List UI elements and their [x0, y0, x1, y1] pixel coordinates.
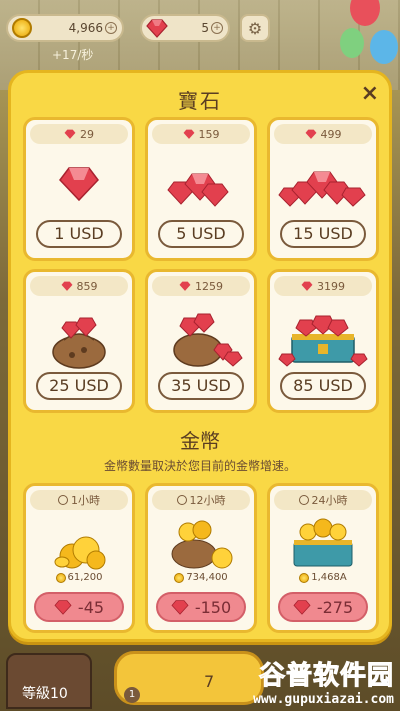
- pack-amount: 1259: [152, 276, 250, 296]
- gem-icon: [171, 600, 189, 615]
- bottom-bar: 等級10 1 7 谷普软件园 www.gupuxiazai.com: [0, 645, 400, 711]
- pack-duration-value: 1小時: [71, 494, 100, 507]
- notification-badge: 1: [124, 687, 140, 703]
- gear-icon: ⚙: [247, 18, 263, 38]
- pack-amount: 859: [30, 276, 128, 296]
- pack-amount-value: 1259: [195, 279, 223, 293]
- coin-reward-value: 734,400: [186, 572, 228, 583]
- coin-icon: [55, 572, 66, 583]
- gem-pack-card[interactable]: 1259 35 USD: [145, 269, 257, 413]
- gem-pack-card[interactable]: 159 5 USD: [145, 117, 257, 261]
- gem-icon: [183, 129, 194, 139]
- watermark-name: 谷普软件园: [258, 661, 394, 692]
- coin-pile-small-icon: [26, 512, 132, 570]
- gem-icon: [146, 19, 168, 38]
- gold-pack-card[interactable]: 24小時 1,468A -275: [267, 483, 379, 633]
- gem-chest-icon: [270, 300, 376, 370]
- gem-shop-modal: 寶石 × 29 1 USD 159 5 USD 499 15 USD 859 2…: [8, 70, 392, 642]
- gem-cost: -150: [194, 597, 232, 617]
- gem-icon: [54, 600, 72, 615]
- pack-amount-value: 29: [80, 127, 94, 141]
- timer-icon: [176, 495, 187, 505]
- coin-reward-value: 61,200: [67, 572, 103, 583]
- timer-icon: [298, 495, 309, 505]
- gem-pile-small-icon: [148, 148, 254, 218]
- gem-pack-card[interactable]: 29 1 USD: [23, 117, 135, 261]
- pack-duration-value: 24小時: [311, 494, 348, 507]
- pack-duration: 1小時: [30, 490, 128, 510]
- gem-icon: [64, 129, 76, 139]
- pack-duration: 24小時: [274, 490, 372, 510]
- coin-bag-icon: [148, 512, 254, 570]
- gold-section-description: 金幣數量取決於您目前的金幣增速。: [103, 459, 296, 473]
- pack-amount: 159: [152, 124, 250, 144]
- gem-bag-overflow-icon: [148, 300, 254, 370]
- gem-pack-card[interactable]: 859 25 USD: [23, 269, 135, 413]
- buy-with-gems-button[interactable]: -45: [34, 592, 124, 622]
- add-gems-icon[interactable]: +: [211, 22, 223, 34]
- top-hud: 4,966 + 5 + ⚙: [6, 14, 394, 44]
- pack-amount-value: 859: [76, 279, 98, 293]
- gem-icon: [179, 281, 191, 291]
- buy-button[interactable]: 1 USD: [36, 220, 122, 248]
- coin-icon: [12, 18, 32, 38]
- gem-pack-card[interactable]: 499 15 USD: [267, 117, 379, 261]
- coin-reward: 734,400: [148, 572, 254, 583]
- buy-button[interactable]: 25 USD: [36, 372, 122, 400]
- coin-reward-value: 1,468A: [311, 572, 347, 583]
- gem-bag-icon: [26, 300, 132, 370]
- gem-icon: [301, 281, 313, 291]
- pack-amount: 499: [274, 124, 372, 144]
- pack-amount-value: 3199: [317, 279, 345, 293]
- coin-reward: 1,468A: [270, 572, 376, 583]
- gem-icon: [61, 281, 72, 291]
- gem-single-icon: [26, 148, 132, 218]
- gem-cost: -45: [77, 597, 105, 617]
- buy-button[interactable]: 85 USD: [280, 372, 366, 400]
- buy-button[interactable]: 5 USD: [158, 220, 244, 248]
- gem-pile-large-icon: [270, 148, 376, 218]
- pack-amount-value: 159: [198, 127, 220, 141]
- gold-section-title: 金幣: [180, 429, 220, 453]
- pack-amount-value: 499: [320, 127, 342, 141]
- gem-cost: -275: [316, 597, 354, 617]
- close-icon[interactable]: ×: [361, 81, 379, 106]
- coin-icon: [174, 572, 185, 583]
- coin-icon: [299, 572, 310, 583]
- coin-reward: 61,200: [26, 572, 132, 583]
- coin-rate: +17/秒: [52, 48, 94, 62]
- pack-duration: 12小時: [152, 490, 250, 510]
- buy-button[interactable]: 15 USD: [280, 220, 366, 248]
- pack-amount: 3199: [274, 276, 372, 296]
- watermark-url: www.gupuxiazai.com: [253, 692, 394, 707]
- coin-counter[interactable]: 4,966 +: [6, 14, 124, 42]
- buy-with-gems-button[interactable]: -275: [278, 592, 368, 622]
- buy-button[interactable]: 35 USD: [158, 372, 244, 400]
- cat-count: 7: [204, 672, 215, 691]
- coin-chest-icon: [270, 512, 376, 570]
- gold-pack-card[interactable]: 12小時 734,400 -150: [145, 483, 257, 633]
- settings-button[interactable]: ⚙: [240, 14, 270, 42]
- level-label: 等級10: [22, 686, 68, 702]
- pack-duration-value: 12小時: [189, 494, 226, 507]
- gem-amount: 5: [201, 21, 209, 35]
- gem-icon: [293, 600, 311, 615]
- watermark: 谷普软件园 www.gupuxiazai.com: [253, 655, 394, 708]
- buy-with-gems-button[interactable]: -150: [156, 592, 246, 622]
- pack-amount: 29: [30, 124, 128, 144]
- gem-icon: [305, 129, 316, 139]
- gold-pack-card[interactable]: 1小時 61,200 -45: [23, 483, 135, 633]
- gem-counter[interactable]: 5 +: [140, 14, 230, 42]
- coin-amount: 4,966: [68, 21, 103, 35]
- timer-icon: [58, 495, 68, 505]
- level-button[interactable]: 等級10: [6, 653, 92, 709]
- modal-title: 寶石: [178, 89, 222, 113]
- gem-pack-card[interactable]: 3199 85 USD: [267, 269, 379, 413]
- add-coins-icon[interactable]: +: [105, 22, 117, 34]
